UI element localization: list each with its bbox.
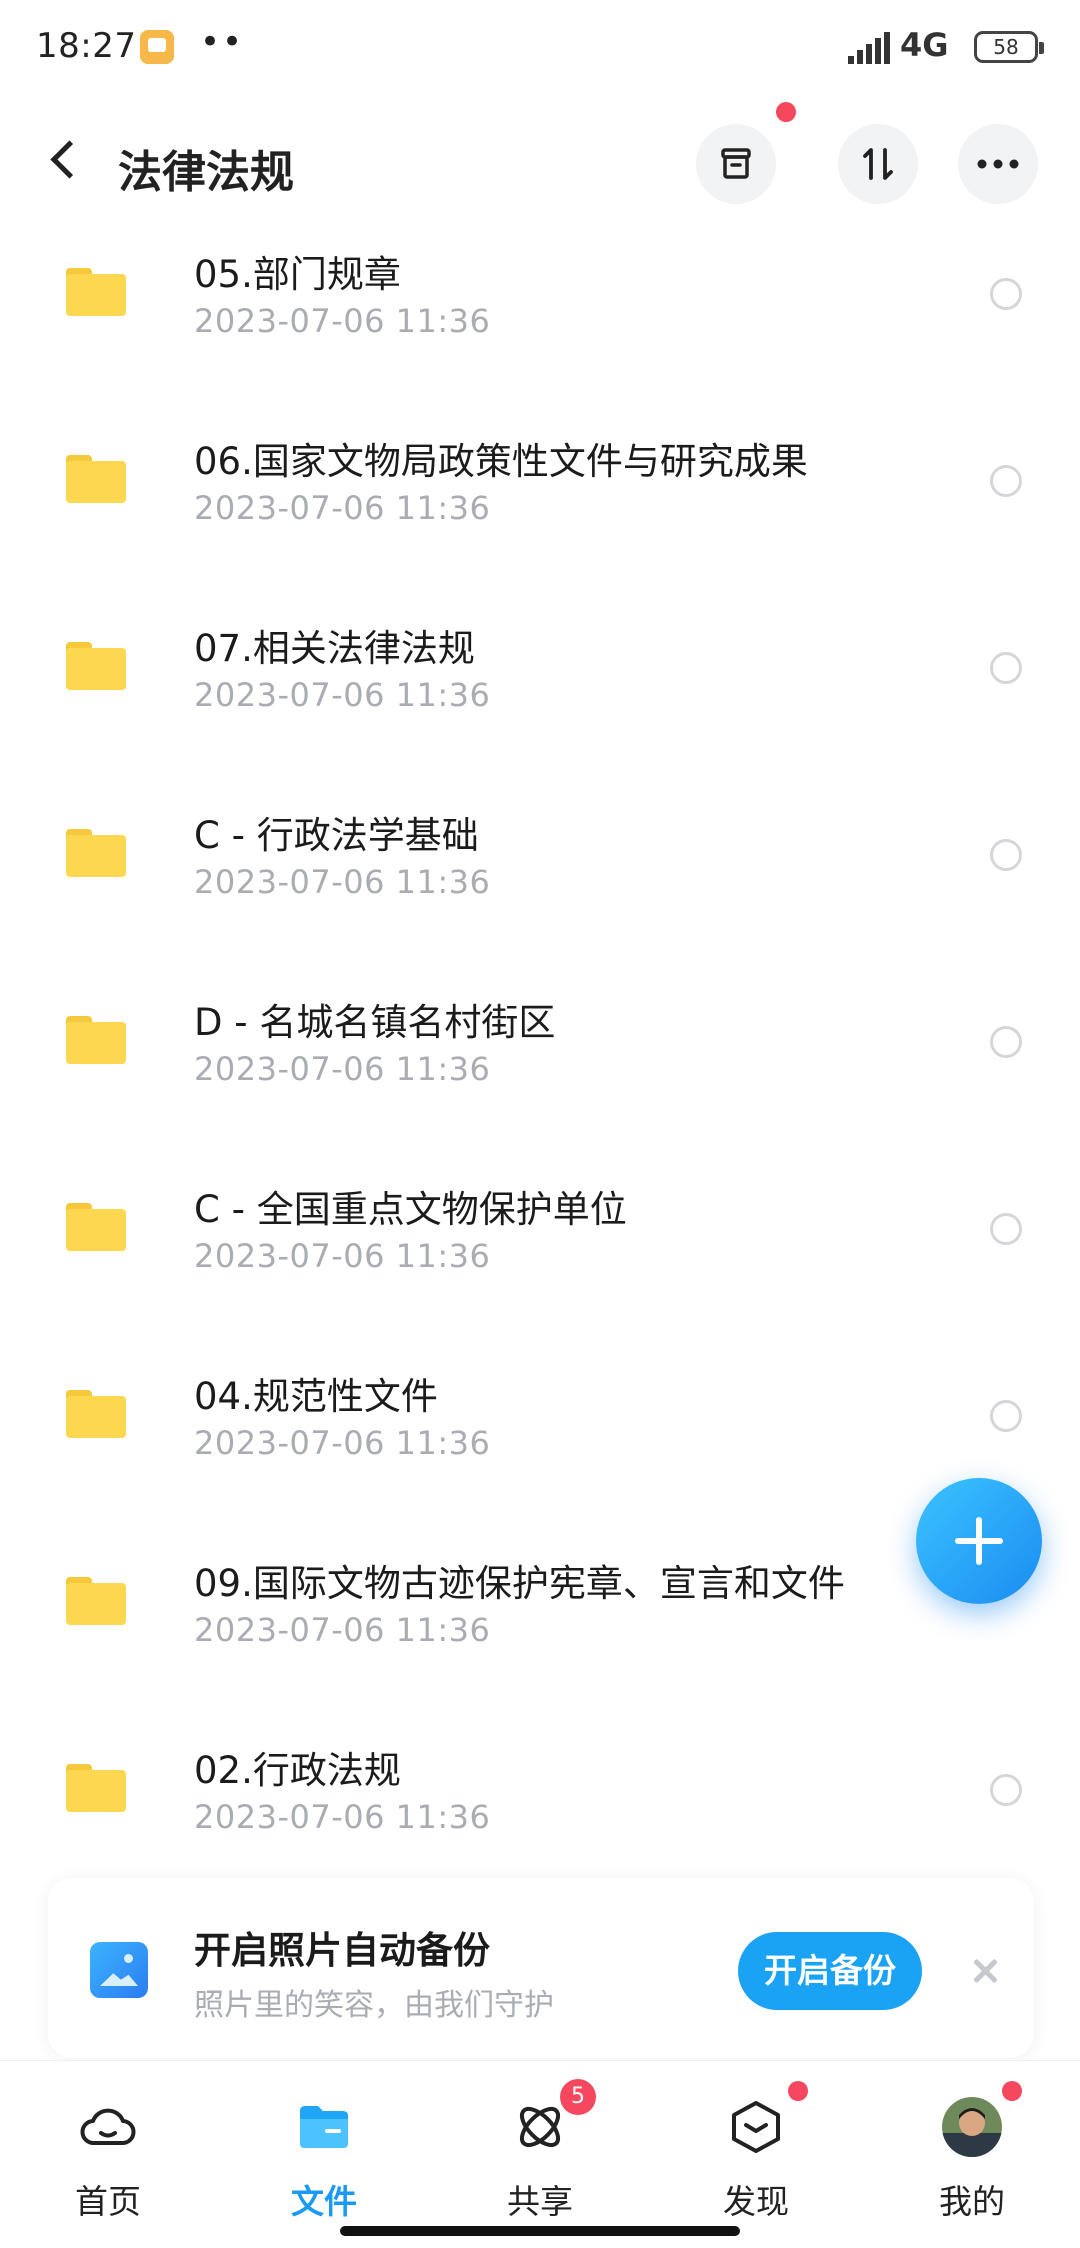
back-button[interactable] xyxy=(40,136,90,186)
nav-item-discover[interactable]: 发现 xyxy=(676,2061,836,2248)
select-radio[interactable] xyxy=(990,1026,1022,1058)
banner-subtitle: 照片里的笑容，由我们守护 xyxy=(194,1988,554,2023)
select-radio[interactable] xyxy=(990,465,1022,497)
select-radio[interactable] xyxy=(990,1213,1022,1245)
file-row[interactable]: 05.部门规章 2023-07-06 11:36 xyxy=(0,206,1080,393)
file-name: C - 全国重点文物保护单位 xyxy=(194,1188,627,1231)
folder-icon xyxy=(66,1764,126,1812)
file-name: C - 行政法学基础 xyxy=(194,814,479,857)
folder-icon xyxy=(66,1016,126,1064)
discover-box-icon xyxy=(732,2101,780,2153)
file-name: 09.国际文物古迹保护宪章、宣言和文件 xyxy=(194,1562,845,1605)
cloud-icon xyxy=(80,2108,136,2145)
bottom-nav: 首页 文件 5 共享 发现 我的 xyxy=(0,2060,1080,2248)
file-time: 2023-07-06 11:36 xyxy=(194,676,491,714)
file-time: 2023-07-06 11:36 xyxy=(194,1050,491,1088)
more-button[interactable] xyxy=(958,124,1038,204)
file-name: 05.部门规章 xyxy=(194,253,401,296)
select-radio[interactable] xyxy=(990,652,1022,684)
top-bar: 法律法规 xyxy=(0,96,1080,234)
folder-icon xyxy=(300,2106,348,2148)
home-indicator[interactable] xyxy=(340,2226,740,2236)
nav-item-home[interactable]: 首页 xyxy=(28,2061,188,2248)
discover-dot xyxy=(788,2081,808,2101)
photo-icon xyxy=(90,1942,148,1998)
select-radio[interactable] xyxy=(990,278,1022,310)
nav-label: 我的 xyxy=(939,2182,1005,2221)
status-bar: 18:27 •• 4G 58 xyxy=(0,0,1080,96)
file-row[interactable]: 07.相关法律法规 2023-07-06 11:36 xyxy=(0,580,1080,767)
notification-dot xyxy=(776,102,796,122)
status-more-dots: •• xyxy=(200,22,245,62)
share-badge: 5 xyxy=(560,2079,596,2115)
nav-label: 首页 xyxy=(75,2182,141,2221)
status-time: 18:27 xyxy=(36,26,137,66)
more-dots-icon xyxy=(977,159,1019,169)
banner-title: 开启照片自动备份 xyxy=(194,1929,490,1972)
folder-icon xyxy=(66,1203,126,1251)
file-time: 2023-07-06 11:36 xyxy=(194,489,491,527)
file-time: 2023-07-06 11:36 xyxy=(194,1798,491,1836)
network-type: 4G xyxy=(900,26,949,64)
folder-icon xyxy=(66,642,126,690)
select-radio[interactable] xyxy=(990,1400,1022,1432)
select-radio[interactable] xyxy=(990,1774,1022,1806)
enable-backup-button[interactable]: 开启备份 xyxy=(738,1932,922,2010)
file-name: D - 名城名镇名村街区 xyxy=(194,1001,556,1044)
file-name: 04.规范性文件 xyxy=(194,1375,438,1418)
file-name: 07.相关法律法规 xyxy=(194,627,475,670)
file-row[interactable]: 06.国家文物局政策性文件与研究成果 2023-07-06 11:36 xyxy=(0,393,1080,580)
file-time: 2023-07-06 11:36 xyxy=(194,1237,491,1275)
file-name: 02.行政法规 xyxy=(194,1749,401,1792)
file-row[interactable]: D - 名城名镇名村街区 2023-07-06 11:36 xyxy=(0,954,1080,1141)
recycle-box-button[interactable] xyxy=(696,124,776,204)
folder-icon xyxy=(66,1577,126,1625)
folder-icon xyxy=(66,455,126,503)
box-icon xyxy=(721,148,751,179)
photo-backup-banner: 开启照片自动备份 照片里的笑容，由我们守护 开启备份 xyxy=(48,1878,1034,2058)
nav-label: 文件 xyxy=(291,2182,357,2221)
file-row[interactable]: C - 行政法学基础 2023-07-06 11:36 xyxy=(0,767,1080,954)
signal-icon xyxy=(848,32,890,64)
file-time: 2023-07-06 11:36 xyxy=(194,1611,491,1649)
sort-icon xyxy=(863,148,893,180)
add-button[interactable] xyxy=(916,1478,1042,1604)
notification-app-icon xyxy=(140,30,174,64)
close-icon[interactable] xyxy=(968,1954,1002,1988)
nav-item-share[interactable]: 5 共享 xyxy=(460,2061,620,2248)
nav-item-me[interactable]: 我的 xyxy=(892,2061,1052,2248)
folder-icon xyxy=(66,268,126,316)
avatar xyxy=(942,2097,1002,2157)
file-row[interactable]: C - 全国重点文物保护单位 2023-07-06 11:36 xyxy=(0,1141,1080,1328)
nav-item-files[interactable]: 文件 xyxy=(244,2061,404,2248)
nav-label: 共享 xyxy=(507,2182,573,2221)
me-dot xyxy=(1002,2081,1022,2101)
file-row[interactable]: 02.行政法规 2023-07-06 11:36 xyxy=(0,1702,1080,1889)
share-orbit-icon xyxy=(519,2106,561,2148)
page-title: 法律法规 xyxy=(118,147,294,198)
select-radio[interactable] xyxy=(990,839,1022,871)
sort-button[interactable] xyxy=(838,124,918,204)
battery-icon: 58 xyxy=(974,31,1044,63)
file-name: 06.国家文物局政策性文件与研究成果 xyxy=(194,440,808,483)
folder-icon xyxy=(66,829,126,877)
file-row[interactable]: 04.规范性文件 2023-07-06 11:36 xyxy=(0,1328,1080,1515)
file-time: 2023-07-06 11:36 xyxy=(194,1424,491,1462)
folder-icon xyxy=(66,1390,126,1438)
file-time: 2023-07-06 11:36 xyxy=(194,863,491,901)
file-time: 2023-07-06 11:36 xyxy=(194,302,491,340)
nav-label: 发现 xyxy=(723,2182,789,2221)
